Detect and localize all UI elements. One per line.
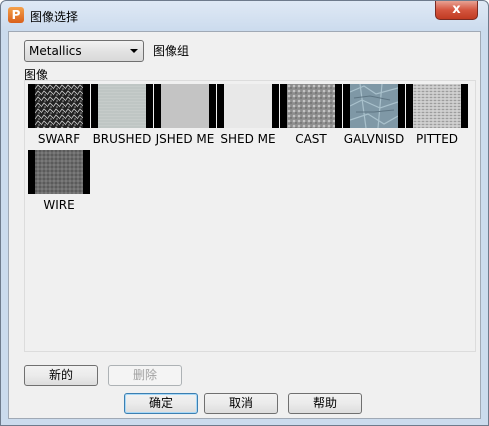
window-title: 图像选择 bbox=[30, 10, 79, 24]
delete-button[interactable]: 删除 bbox=[108, 365, 182, 386]
close-button[interactable]: x bbox=[435, 1, 478, 20]
polished-light-texture bbox=[224, 84, 272, 128]
app-icon: P bbox=[8, 7, 24, 23]
thumbnail-image bbox=[406, 84, 468, 128]
dropdown-value: Metallics bbox=[29, 44, 82, 58]
ok-button[interactable]: 确定 bbox=[124, 393, 198, 414]
thumbnail-label: CAST bbox=[295, 132, 327, 146]
pitted-texture bbox=[413, 84, 461, 128]
image-list-panel: SWARF BRUSHED JSHED ME SHED ME CAST GALV… bbox=[24, 80, 476, 352]
thumbnail-label: JSHED ME bbox=[155, 132, 215, 146]
close-icon: x bbox=[452, 2, 461, 17]
title-bar[interactable]: P 图像选择 x bbox=[1, 1, 488, 31]
image-select-dialog: P 图像选择 x Metallics 图像组 图像 SWARF BRUSHED … bbox=[0, 0, 489, 426]
thumbnail-image bbox=[280, 84, 342, 128]
thumbnail-label: BRUSHED bbox=[92, 132, 152, 146]
wire-texture bbox=[35, 150, 83, 194]
brushed-texture bbox=[98, 84, 146, 128]
polished-texture bbox=[161, 84, 209, 128]
chevron-down-icon bbox=[130, 49, 138, 53]
thumbnail-image bbox=[154, 84, 216, 128]
image-group-dropdown[interactable]: Metallics bbox=[24, 40, 144, 62]
thumbnail-image bbox=[217, 84, 279, 128]
cancel-button[interactable]: 取消 bbox=[204, 393, 278, 414]
thumbnail-image bbox=[343, 84, 405, 128]
galvanised-texture bbox=[350, 84, 398, 128]
dialog-body: Metallics 图像组 图像 SWARF BRUSHED JSHED ME … bbox=[8, 31, 481, 419]
thumbnail-image bbox=[91, 84, 153, 128]
cast-texture bbox=[287, 84, 335, 128]
thumbnail-label: SWARF bbox=[37, 132, 81, 146]
thumbnail-image bbox=[28, 84, 90, 128]
thumbnail-label: GALVNISD bbox=[343, 132, 405, 146]
swarf-texture bbox=[35, 84, 83, 128]
help-button[interactable]: 帮助 bbox=[288, 393, 362, 414]
new-button[interactable]: 新的 bbox=[24, 365, 98, 386]
thumbnail-label: SHED ME bbox=[220, 132, 276, 146]
thumbnail-label: WIRE bbox=[43, 198, 75, 212]
image-group-label: 图像组 bbox=[153, 44, 190, 58]
thumbnail-label: PITTED bbox=[415, 132, 459, 146]
thumbnail-image bbox=[28, 150, 90, 194]
